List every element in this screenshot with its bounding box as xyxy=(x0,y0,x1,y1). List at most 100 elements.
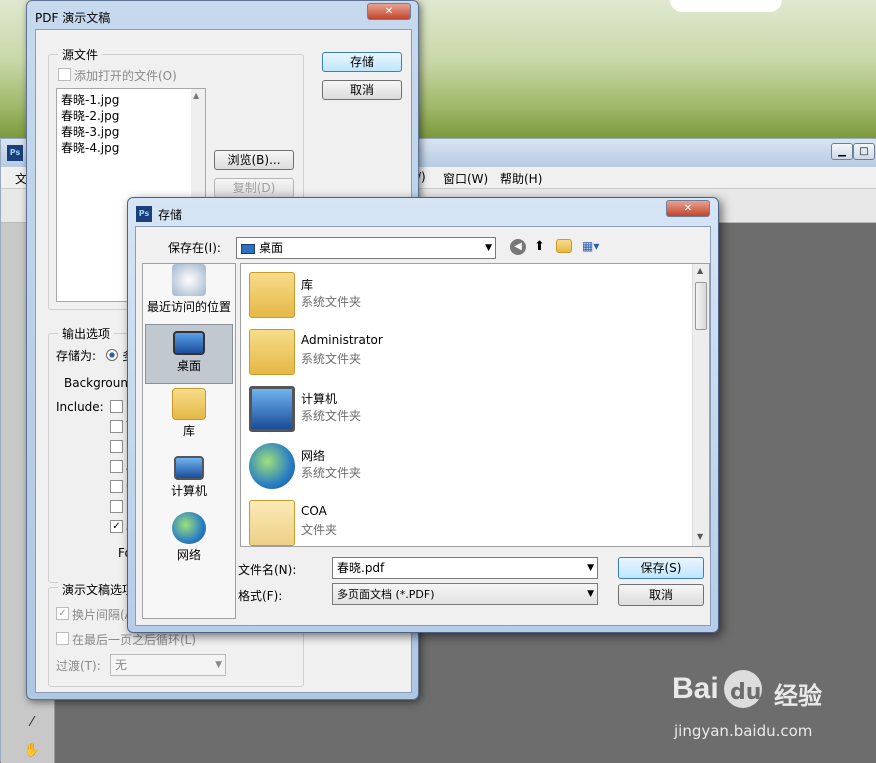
file-list[interactable]: 库 系统文件夹 Administrator 系统文件夹 计算机 系统文件夹 网络… xyxy=(240,263,710,547)
place-library[interactable]: 库 xyxy=(145,388,233,448)
ps-minimize-button[interactable]: ▁ xyxy=(831,143,853,160)
format-value: 多页面文档 (*.PDF) xyxy=(337,588,435,601)
cancel-button[interactable]: 取消 xyxy=(322,80,402,100)
transition-select[interactable]: 无 ▼ xyxy=(110,654,226,676)
scroll-down-icon[interactable]: ▼ xyxy=(697,532,703,541)
menu-help[interactable]: 帮助(H) xyxy=(500,170,542,187)
chevron-down-icon: ▼ xyxy=(485,243,492,253)
include-checkbox[interactable] xyxy=(110,480,123,493)
file-item[interactable]: 网络 系统文件夹 xyxy=(245,439,685,493)
file-type: 系统文件夹 xyxy=(301,295,362,309)
ps-maximize-button[interactable]: □ xyxy=(853,143,875,160)
background-label: Background xyxy=(64,376,136,390)
chevron-down-icon: ▼ xyxy=(587,589,594,599)
menu-window[interactable]: 窗口(W) xyxy=(443,170,488,187)
include-checkbox[interactable] xyxy=(110,400,123,413)
save-cancel-button[interactable]: 取消 xyxy=(618,584,704,606)
include-checkbox[interactable] xyxy=(110,460,123,473)
advance-label: 换片间隔(A xyxy=(72,608,133,622)
include-checkbox[interactable] xyxy=(110,440,123,453)
place-network[interactable]: 网络 xyxy=(145,512,233,572)
place-desktop[interactable]: 桌面 xyxy=(145,324,233,384)
save-close-button[interactable]: ✕ xyxy=(666,200,710,217)
baidu-watermark: Bai du 经验 jingyan.baidu.com xyxy=(668,666,838,746)
save-in-select[interactable]: 桌面 ▼ xyxy=(236,237,496,259)
file-name: 库 xyxy=(301,278,314,292)
watermark-brand: Bai xyxy=(672,672,719,705)
filename-input[interactable]: 春晓.pdf ▼ xyxy=(332,557,598,579)
file-name: 网络 xyxy=(301,449,326,463)
include-label: Include: xyxy=(56,400,104,414)
place-computer[interactable]: 计算机 xyxy=(145,450,233,510)
list-item[interactable]: 春晓-4.jpg xyxy=(61,139,119,156)
place-label: 桌面 xyxy=(176,359,201,373)
computer-icon xyxy=(174,456,204,480)
place-recent[interactable]: 最近访问的位置 xyxy=(145,264,233,324)
file-item[interactable]: COA 文件夹 xyxy=(245,496,685,550)
place-label: 计算机 xyxy=(170,484,207,498)
file-type: 系统文件夹 xyxy=(301,409,362,423)
file-item[interactable]: 库 系统文件夹 xyxy=(245,268,685,322)
filename-label: 文件名(N): xyxy=(238,563,297,577)
view-menu-icon[interactable]: ▦▾ xyxy=(582,239,599,253)
file-item[interactable]: 计算机 系统文件夹 xyxy=(245,382,685,436)
list-item[interactable]: 春晓-1.jpg xyxy=(61,91,119,108)
watermark-url: jingyan.baidu.com xyxy=(674,722,813,740)
transition-value: 无 xyxy=(115,658,128,672)
file-name: COA xyxy=(301,504,327,518)
library-icon xyxy=(172,388,206,420)
file-type: 系统文件夹 xyxy=(301,352,362,366)
places-bar: 最近访问的位置 桌面 库 计算机 网络 xyxy=(142,263,236,619)
folder-icon xyxy=(249,500,295,546)
file-name: Administrator xyxy=(301,333,383,347)
save-file-button[interactable]: 保存(S) xyxy=(618,557,704,579)
list-item[interactable]: 春晓-3.jpg xyxy=(61,123,119,140)
transition-label: 过渡(T): xyxy=(56,659,101,673)
save-as-label: 存储为: xyxy=(56,349,97,363)
browse-button[interactable]: 浏览(B)... xyxy=(214,150,294,170)
loop-label: 在最后一页之后循环(L) xyxy=(72,633,197,647)
list-item[interactable]: 春晓-2.jpg xyxy=(61,107,119,124)
watermark-brand-cn: 经验 xyxy=(774,682,822,710)
source-files-label: 源文件 xyxy=(58,46,103,63)
include-checkbox-checked[interactable]: ✓ xyxy=(110,520,123,533)
loop-checkbox[interactable] xyxy=(56,632,69,645)
multipage-radio[interactable] xyxy=(106,349,118,361)
watermark-brand2: du xyxy=(730,680,762,705)
user-folder-icon xyxy=(249,329,295,375)
file-type: 系统文件夹 xyxy=(301,466,362,480)
output-options-label: 输出选项 xyxy=(58,325,115,342)
format-label: 格式(F): xyxy=(238,589,283,603)
add-open-files-checkbox[interactable] xyxy=(58,68,71,81)
save-dialog: Ps 存储 ✕ 保存在(I): 桌面 ▼ ◀ ⬆ ▦▾ 最近访问的位置 桌面 库 xyxy=(127,197,719,633)
filename-value: 春晓.pdf xyxy=(337,561,385,575)
up-folder-icon[interactable]: ⬆ xyxy=(534,239,545,254)
presentation-options-label: 演示文稿选项 xyxy=(58,581,139,598)
scroll-up-icon[interactable]: ▲ xyxy=(193,91,199,100)
place-label: 网络 xyxy=(176,548,201,562)
network-icon xyxy=(249,443,295,489)
scroll-up-icon[interactable]: ▲ xyxy=(697,266,703,275)
advance-checkbox[interactable]: ✓ xyxy=(56,607,69,620)
save-in-label: 保存在(I): xyxy=(168,241,221,255)
hand-tool-icon[interactable]: ✋ xyxy=(21,741,43,761)
pdf-close-button[interactable]: ✕ xyxy=(367,3,411,20)
file-name: 计算机 xyxy=(301,392,338,406)
scroll-thumb[interactable] xyxy=(695,282,707,330)
include-checkbox[interactable] xyxy=(110,420,123,433)
pdf-dialog-title: PDF 演示文稿 xyxy=(35,11,111,25)
library-folder-icon xyxy=(249,272,295,318)
save-dialog-body: 保存在(I): 桌面 ▼ ◀ ⬆ ▦▾ 最近访问的位置 桌面 库 计算机 网络 … xyxy=(135,226,711,626)
file-item[interactable]: Administrator 系统文件夹 xyxy=(245,325,685,379)
eyedropper-tool-icon[interactable]: ⁄ xyxy=(21,713,43,733)
duplicate-button[interactable]: 复制(D) xyxy=(214,178,294,198)
save-in-value: 桌面 xyxy=(259,241,284,255)
format-select[interactable]: 多页面文档 (*.PDF) ▼ xyxy=(332,583,598,605)
back-icon[interactable]: ◀ xyxy=(510,239,526,255)
file-list-scrollbar[interactable]: ▲ ▼ xyxy=(692,264,709,546)
include-checkbox[interactable] xyxy=(110,500,123,513)
save-button[interactable]: 存储 xyxy=(322,52,402,72)
add-open-files-label: 添加打开的文件(O) xyxy=(74,69,177,83)
ps-app-icon: Ps xyxy=(136,206,152,222)
new-folder-icon[interactable] xyxy=(556,239,572,253)
